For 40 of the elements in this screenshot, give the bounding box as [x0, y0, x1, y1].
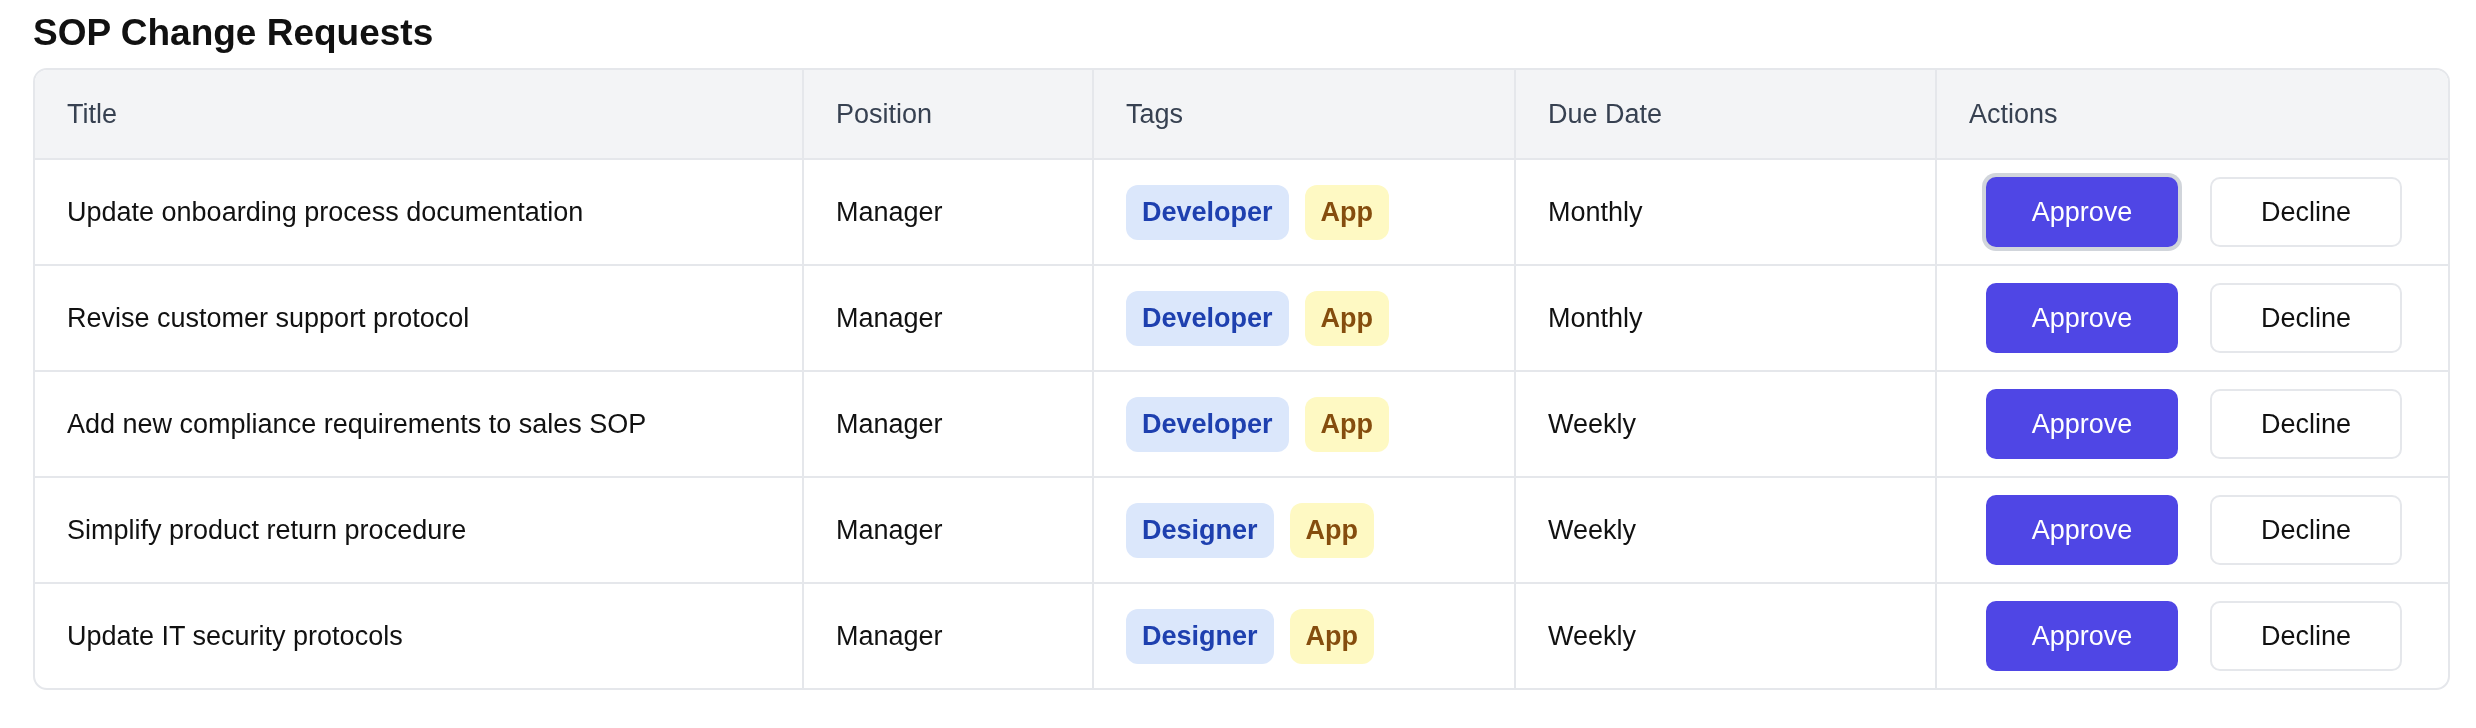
- decline-button[interactable]: Decline: [2210, 283, 2402, 353]
- column-header: Due Date: [1516, 70, 1937, 160]
- table-cell: Manager: [804, 584, 1094, 688]
- decline-button[interactable]: Decline: [2210, 495, 2402, 565]
- table-cell: Monthly: [1516, 160, 1937, 266]
- tag-badge: Developer: [1126, 396, 1289, 452]
- table-cell: Weekly: [1516, 478, 1937, 584]
- page-title: SOP Change Requests: [33, 12, 435, 54]
- table-cell: Weekly: [1516, 372, 1937, 478]
- tag-badge: Developer: [1126, 184, 1289, 240]
- column-header: Tags: [1094, 70, 1516, 160]
- table-cell: Manager: [804, 266, 1094, 372]
- table-cell: Manager: [804, 160, 1094, 266]
- tag-badge: Designer: [1126, 502, 1274, 558]
- tag-badge: App: [1304, 184, 1390, 240]
- decline-button[interactable]: Decline: [2210, 601, 2402, 671]
- decline-button[interactable]: Decline: [2210, 177, 2402, 247]
- column-header: Actions: [1937, 70, 2448, 160]
- tag-badge: App: [1289, 608, 1375, 664]
- table-cell: Revise customer support protocol: [35, 266, 804, 372]
- table-cell: Weekly: [1516, 584, 1937, 688]
- table-cell: Update IT security protocols: [35, 584, 804, 688]
- table-cell: Monthly: [1516, 266, 1937, 372]
- table-cell: Manager: [804, 372, 1094, 478]
- tag-badge: App: [1304, 290, 1390, 346]
- tag-badge: Designer: [1126, 608, 1274, 664]
- column-header: Position: [804, 70, 1094, 160]
- approve-button[interactable]: Approve: [1986, 283, 2178, 353]
- approve-button[interactable]: Approve: [1986, 389, 2178, 459]
- approve-button[interactable]: Approve: [1986, 601, 2178, 671]
- tag-badge: App: [1304, 396, 1390, 452]
- table-cell: Simplify product return procedure: [35, 478, 804, 584]
- approve-button[interactable]: Approve: [1986, 495, 2178, 565]
- table-cell: Update onboarding process documentation: [35, 160, 804, 266]
- tag-badge: Developer: [1126, 290, 1289, 346]
- table-cell: Manager: [804, 478, 1094, 584]
- column-header: Title: [35, 70, 804, 160]
- tag-badge: App: [1289, 502, 1375, 558]
- decline-button[interactable]: Decline: [2210, 389, 2402, 459]
- table-cell: Add new compliance requirements to sales SOP: [35, 372, 804, 478]
